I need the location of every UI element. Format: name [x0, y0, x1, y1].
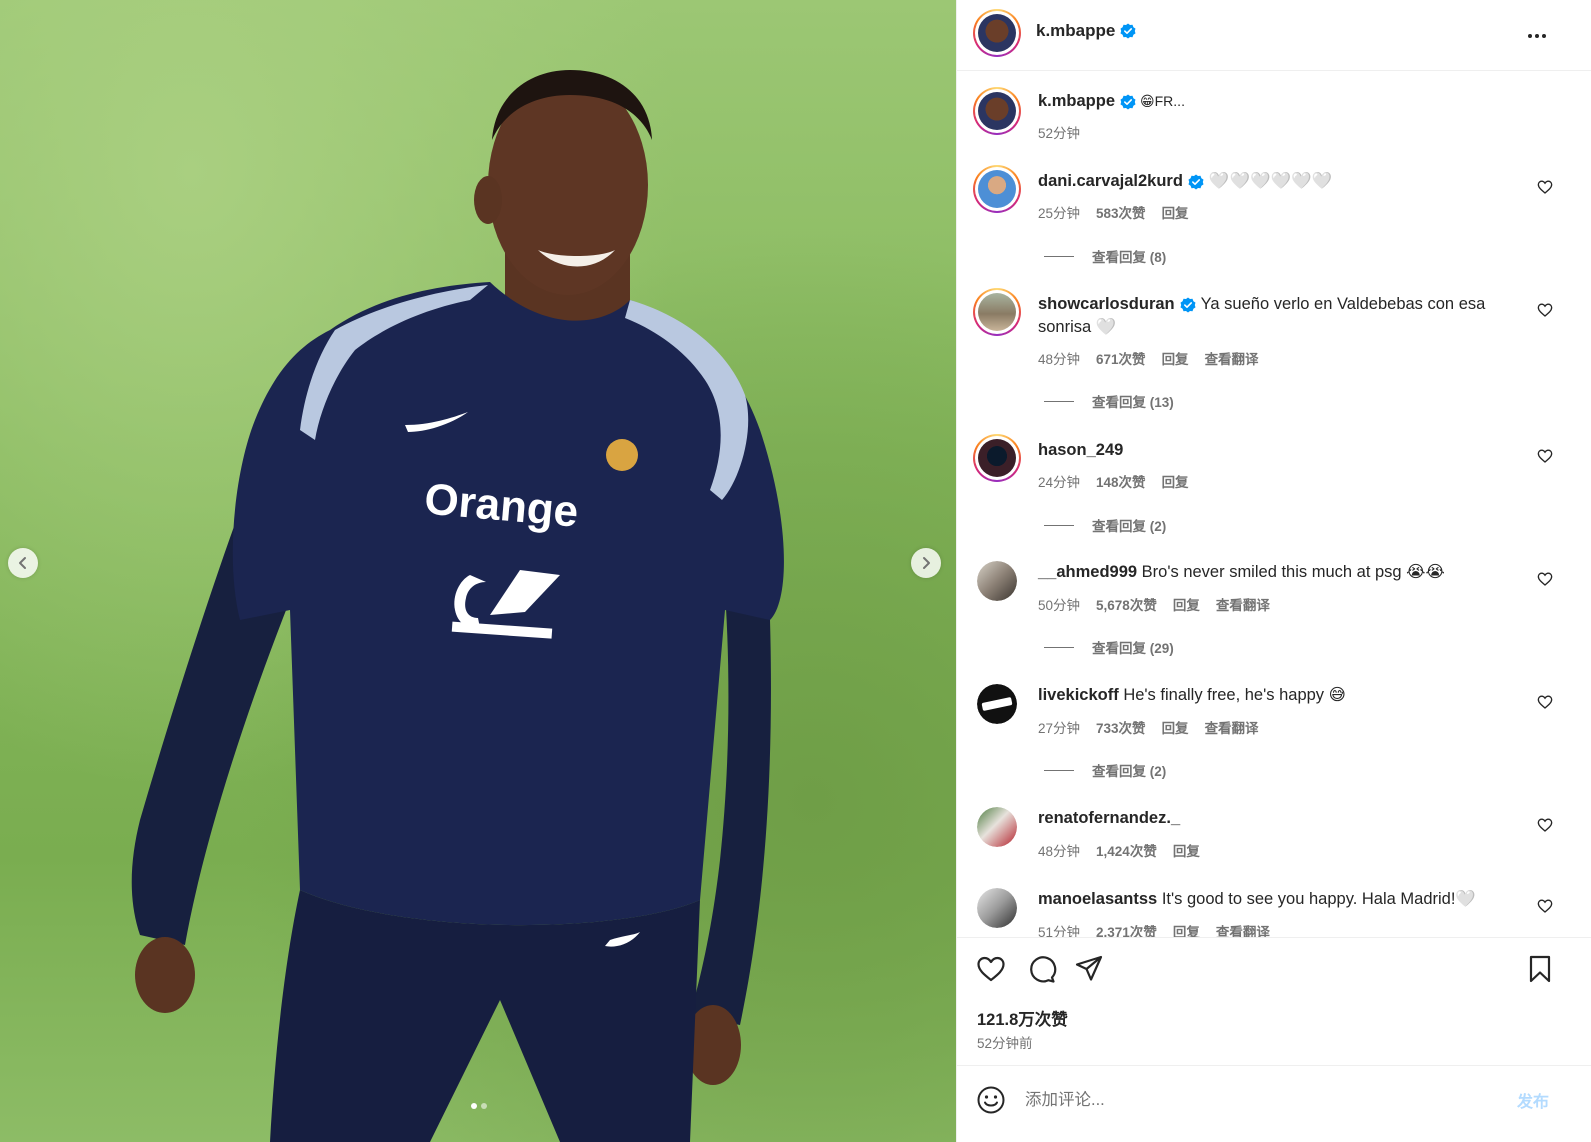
comment-likes[interactable]: 148次赞	[1096, 471, 1146, 491]
verified-badge-icon	[1188, 174, 1204, 190]
carousel-dots	[471, 1103, 487, 1109]
comment-avatar[interactable]	[973, 288, 1021, 336]
post-media[interactable]: Orange	[0, 0, 956, 1142]
see-translation-button[interactable]: 查看翻译	[1216, 594, 1270, 614]
comment-avatar[interactable]	[977, 561, 1017, 601]
comment-time: 50分钟	[1038, 598, 1081, 613]
carousel-dot-2	[481, 1103, 487, 1109]
caption-username[interactable]: k.mbappe	[1038, 92, 1115, 110]
comment-likes[interactable]: 583次赞	[1096, 202, 1146, 222]
reply-button[interactable]: 回复	[1162, 717, 1189, 737]
like-count[interactable]: 121.8万次赞	[977, 1006, 1068, 1030]
emoji-icon[interactable]	[975, 1084, 1007, 1116]
comment-avatar[interactable]	[977, 807, 1017, 847]
comment-avatar[interactable]	[973, 165, 1021, 213]
reply-button[interactable]: 回复	[1173, 840, 1200, 860]
reply-button[interactable]: 回复	[1173, 594, 1200, 614]
view-replies-button[interactable]: 查看回复 (2)	[1044, 760, 1166, 780]
see-translation-button[interactable]: 查看翻译	[1216, 921, 1270, 937]
comment-text: It's good to see you happy. Hala Madrid!…	[1161, 890, 1476, 908]
author-username[interactable]: k.mbappe	[1036, 21, 1115, 41]
more-horizontal-icon	[1528, 34, 1546, 38]
heart-icon[interactable]	[1537, 571, 1553, 587]
comment-username[interactable]: __ahmed999	[1038, 563, 1137, 581]
post-timestamp: 52分钟前	[977, 1036, 1033, 1051]
add-comment-bar: 发布	[957, 1065, 1591, 1142]
comment-username[interactable]: renatofernandez._	[1038, 809, 1180, 827]
caption-avatar[interactable]	[973, 87, 1021, 135]
reply-button[interactable]: 回复	[1162, 348, 1189, 368]
see-translation-button[interactable]: 查看翻译	[1205, 348, 1259, 368]
reply-button[interactable]: 回复	[1173, 921, 1200, 937]
comment-username[interactable]: showcarlosduran	[1038, 295, 1175, 313]
verified-badge-icon	[1180, 297, 1196, 313]
comment-likes[interactable]: 671次赞	[1096, 348, 1146, 368]
caption-time: 52分钟	[1038, 126, 1081, 141]
view-replies-button[interactable]: 查看回复 (29)	[1044, 637, 1174, 657]
heart-icon[interactable]	[1537, 898, 1553, 914]
comment-time: 27分钟	[1038, 721, 1081, 736]
bookmark-icon[interactable]	[1524, 953, 1556, 985]
carousel-dot-1	[471, 1103, 477, 1109]
post-actions: 121.8万次赞 52分钟前	[957, 937, 1591, 1065]
comment-time: 24分钟	[1038, 475, 1081, 490]
post-header: k.mbappe	[957, 0, 1591, 71]
author-avatar[interactable]	[973, 9, 1021, 57]
comment-text: 🤍🤍🤍🤍🤍🤍	[1208, 172, 1333, 190]
post-photo: Orange	[131, 70, 784, 1142]
comments-list[interactable]: k.mbappe 😁FR... 52分钟 dani.carvajal2kurd 🤍🤍…	[957, 72, 1591, 937]
comment-time: 48分钟	[1038, 352, 1081, 367]
chevron-left-icon	[19, 557, 26, 569]
comment-time: 25分钟	[1038, 206, 1081, 221]
verified-badge-icon	[1120, 23, 1136, 39]
comment-time: 48分钟	[1038, 844, 1081, 859]
comment-username[interactable]: dani.carvajal2kurd	[1038, 172, 1183, 190]
comment-likes[interactable]: 2,371次赞	[1096, 921, 1157, 937]
comment-likes[interactable]: 5,678次赞	[1096, 594, 1157, 614]
heart-icon[interactable]	[1537, 817, 1553, 833]
comment-icon[interactable]	[1025, 953, 1057, 985]
send-icon[interactable]	[1073, 953, 1105, 985]
see-translation-button[interactable]: 查看翻译	[1205, 717, 1259, 737]
comment-text: Bro's never smiled this much at psg 😭😭	[1141, 563, 1445, 581]
comment-username[interactable]: livekickoff	[1038, 686, 1119, 704]
next-photo-button[interactable]	[911, 548, 941, 578]
comment-avatar[interactable]	[977, 684, 1017, 724]
verified-badge-icon	[1120, 94, 1136, 110]
chevron-right-icon	[923, 557, 930, 569]
heart-icon[interactable]	[975, 953, 1007, 985]
reply-button[interactable]: 回复	[1162, 471, 1189, 491]
comment-avatar[interactable]	[973, 434, 1021, 482]
heart-icon[interactable]	[1537, 302, 1553, 318]
heart-icon[interactable]	[1537, 694, 1553, 710]
comment-time: 51分钟	[1038, 925, 1081, 937]
caption-text: 😁FR...	[1140, 93, 1185, 109]
heart-icon[interactable]	[1537, 179, 1553, 195]
comment-text: He's finally free, he's happy 😅	[1123, 686, 1346, 704]
comment-username[interactable]: manoelasantss	[1038, 890, 1157, 908]
more-options-button[interactable]	[1525, 24, 1549, 48]
comment-input[interactable]	[1025, 1086, 1495, 1114]
view-replies-button[interactable]: 查看回复 (2)	[1044, 515, 1166, 535]
reply-button[interactable]: 回复	[1162, 202, 1189, 222]
comment-likes[interactable]: 1,424次赞	[1096, 840, 1157, 860]
post-comment-button[interactable]: 发布	[1517, 1088, 1549, 1112]
post-side-panel: k.mbappe k.mbappe 😁FR... 52分钟 dani.carva…	[956, 0, 1591, 1142]
view-replies-button[interactable]: 查看回复 (8)	[1044, 246, 1166, 266]
view-replies-button[interactable]: 查看回复 (13)	[1044, 391, 1174, 411]
comment-avatar[interactable]	[977, 888, 1017, 928]
previous-photo-button[interactable]	[8, 548, 38, 578]
comment-likes[interactable]: 733次赞	[1096, 717, 1146, 737]
comment-username[interactable]: hason_249	[1038, 441, 1123, 459]
heart-icon[interactable]	[1537, 448, 1553, 464]
